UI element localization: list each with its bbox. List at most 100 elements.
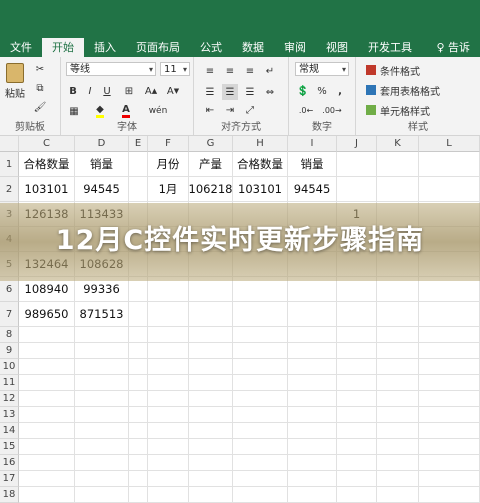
cell-j7[interactable] [337,302,377,327]
underline-button[interactable]: U [100,83,114,99]
cell-g7[interactable] [189,302,233,327]
cell-g8[interactable] [189,327,233,343]
cell-g2[interactable]: 106218 [189,177,233,202]
cell-k9[interactable] [377,343,419,359]
cell-h8[interactable] [233,327,288,343]
cell-i17[interactable] [288,471,337,487]
cell-l11[interactable] [419,375,480,391]
orientation-icon[interactable]: ⤢ [242,103,258,117]
cell-g12[interactable] [189,391,233,407]
border-icon[interactable]: ⊞ [121,83,137,99]
row-header-13[interactable]: 13 [0,407,19,423]
cell-j9[interactable] [337,343,377,359]
cell-i8[interactable] [288,327,337,343]
decrease-decimal-icon[interactable]: .00→ [322,103,341,117]
cell-d11[interactable] [75,375,129,391]
fill-color-icon[interactable]: ◆ [91,103,109,119]
cell-k17[interactable] [377,471,419,487]
cell-f9[interactable] [148,343,189,359]
cell-c7[interactable]: 989650 [19,302,75,327]
cell-l2[interactable] [419,177,480,202]
cell-f16[interactable] [148,455,189,471]
cell-d7[interactable]: 871513 [75,302,129,327]
cell-k11[interactable] [377,375,419,391]
cell-g16[interactable] [189,455,233,471]
number-format-select[interactable]: 常规 ▾ [295,62,349,76]
row-header-1[interactable]: 1 [0,152,19,177]
cell-e9[interactable] [129,343,148,359]
cell-l1[interactable] [419,152,480,177]
cell-j18[interactable] [337,487,377,503]
tab-page-layout[interactable]: 页面布局 [126,38,190,57]
align-left-icon[interactable]: ☰ [202,84,218,100]
cell-k2[interactable] [377,177,419,202]
cell-e8[interactable] [129,327,148,343]
cell-f10[interactable] [148,359,189,375]
border-dropdown-icon[interactable]: ▦ [66,103,82,119]
comma-button[interactable]: , [333,83,347,99]
cell-l10[interactable] [419,359,480,375]
cell-h9[interactable] [233,343,288,359]
tab-home[interactable]: 开始 [42,38,84,57]
cell-k16[interactable] [377,455,419,471]
cell-k15[interactable] [377,439,419,455]
cell-k13[interactable] [377,407,419,423]
row-header-17[interactable]: 17 [0,471,19,487]
cell-h7[interactable] [233,302,288,327]
cell-d10[interactable] [75,359,129,375]
increase-decimal-icon[interactable]: .0← [297,103,315,117]
cell-h14[interactable] [233,423,288,439]
cell-h11[interactable] [233,375,288,391]
cell-d17[interactable] [75,471,129,487]
spreadsheet-grid[interactable]: C D E F G H I J K L 1 合格数量 销量 月份 产量 合格数量 销量 2 103101 94545 1… [0,136,480,503]
font-name-select[interactable]: 等线 ▾ [66,62,156,76]
bold-button[interactable]: B [66,83,80,99]
cell-i13[interactable] [288,407,337,423]
cell-h13[interactable] [233,407,288,423]
cell-c14[interactable] [19,423,75,439]
cell-c10[interactable] [19,359,75,375]
cell-h17[interactable] [233,471,288,487]
column-header-e[interactable]: E [129,136,148,152]
tab-formulas[interactable]: 公式 [190,38,232,57]
cell-d1[interactable]: 销量 [75,152,129,177]
cell-j16[interactable] [337,455,377,471]
tab-insert[interactable]: 插入 [84,38,126,57]
cell-f12[interactable] [148,391,189,407]
cell-d12[interactable] [75,391,129,407]
font-color-icon[interactable]: A [117,103,135,119]
cell-c12[interactable] [19,391,75,407]
cell-e7[interactable] [129,302,148,327]
tab-file[interactable]: 文件 [0,38,42,57]
row-header-10[interactable]: 10 [0,359,19,375]
cell-g11[interactable] [189,375,233,391]
align-top-icon[interactable]: ≡ [202,63,218,79]
cell-i15[interactable] [288,439,337,455]
cell-j12[interactable] [337,391,377,407]
cell-e13[interactable] [129,407,148,423]
cell-e16[interactable] [129,455,148,471]
cell-g17[interactable] [189,471,233,487]
cell-h1[interactable]: 合格数量 [233,152,288,177]
cell-i14[interactable] [288,423,337,439]
column-header-h[interactable]: H [233,136,288,152]
cell-j14[interactable] [337,423,377,439]
font-size-select[interactable]: 11 ▾ [160,62,190,76]
cell-e11[interactable] [129,375,148,391]
phonetic-icon[interactable]: wén [145,103,171,119]
row-header-15[interactable]: 15 [0,439,19,455]
row-header-8[interactable]: 8 [0,327,19,343]
cell-d18[interactable] [75,487,129,503]
cell-l13[interactable] [419,407,480,423]
cell-i10[interactable] [288,359,337,375]
cell-d9[interactable] [75,343,129,359]
cell-c13[interactable] [19,407,75,423]
cell-e12[interactable] [129,391,148,407]
cell-g13[interactable] [189,407,233,423]
cell-f1[interactable]: 月份 [148,152,189,177]
column-header-c[interactable]: C [19,136,75,152]
cell-f13[interactable] [148,407,189,423]
cell-e10[interactable] [129,359,148,375]
cell-g9[interactable] [189,343,233,359]
cell-k18[interactable] [377,487,419,503]
